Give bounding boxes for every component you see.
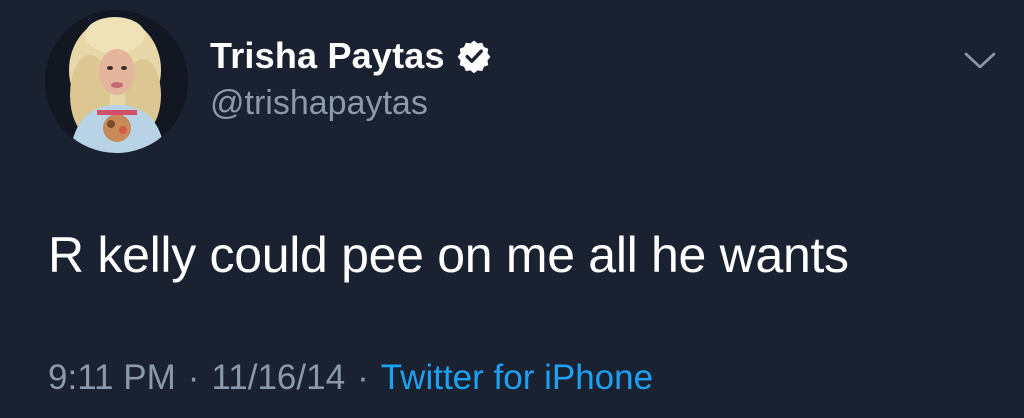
separator-dot: · [187, 358, 200, 397]
separator-dot: · [357, 358, 369, 397]
tweet-metadata: 9:11 PM · 11/16/14 · Twitter for iPhone [48, 358, 653, 398]
author-display-name[interactable]: Trisha Paytas [210, 35, 445, 77]
tweet-card[interactable]: Trisha Paytas @trishapaytas R kelly coul… [0, 0, 1024, 418]
verified-badge-icon [457, 39, 491, 74]
tweet-source-link[interactable]: Twitter for iPhone [381, 358, 653, 398]
tweet-date[interactable]: 11/16/14 [211, 358, 345, 398]
avatar-image [45, 10, 188, 153]
tweet-text: R kelly could pee on me all he wants [48, 227, 849, 283]
author-name-row: Trisha Paytas [210, 34, 491, 78]
chevron-down-icon[interactable] [962, 46, 998, 74]
author-handle[interactable]: @trishapaytas [210, 84, 428, 123]
tweet-time[interactable]: 9:11 PM [48, 358, 176, 398]
avatar[interactable] [45, 10, 188, 153]
